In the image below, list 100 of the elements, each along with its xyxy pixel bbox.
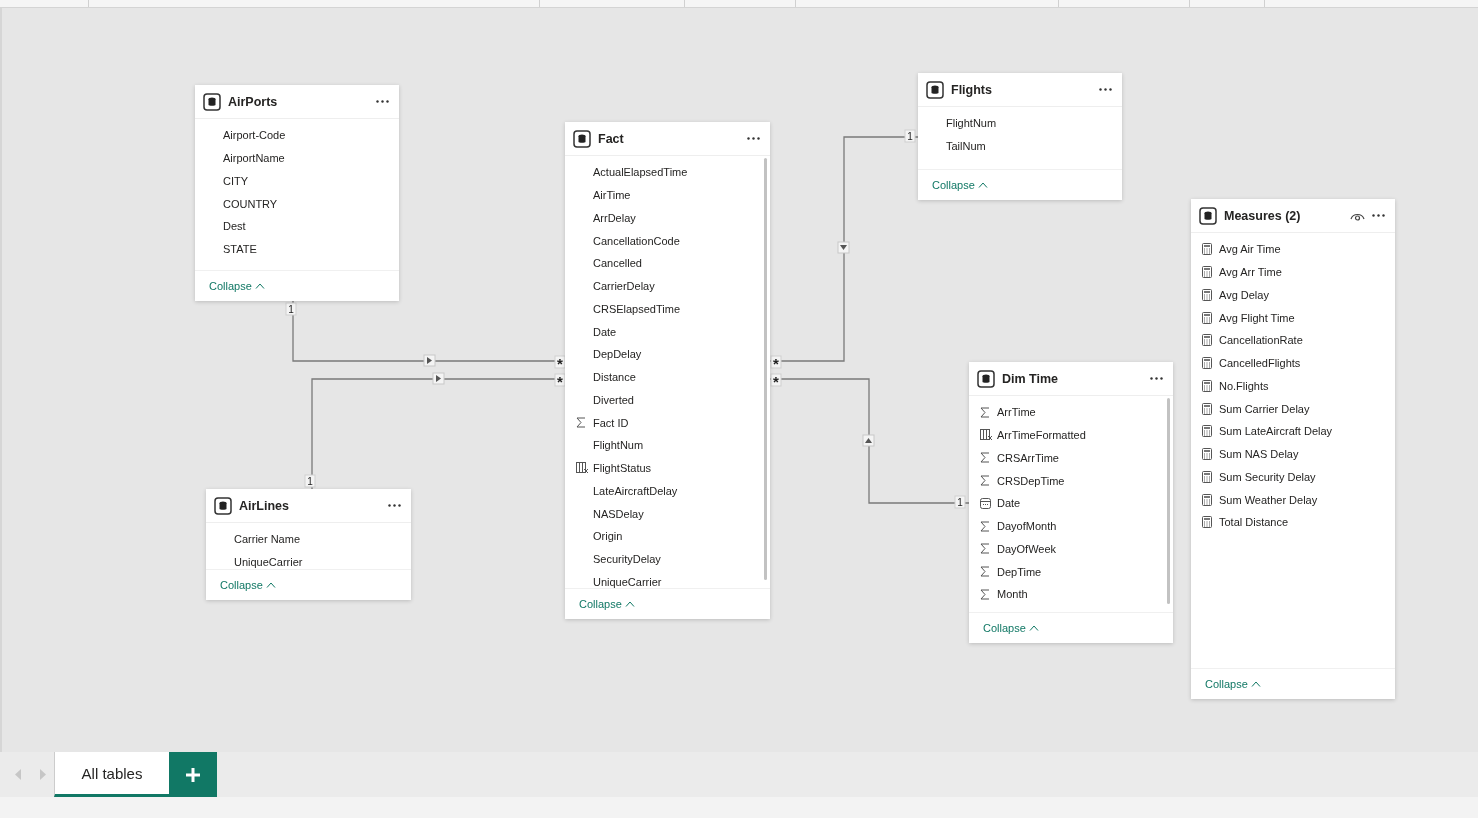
field-name[interactable]: SecurityDelay [593,553,661,566]
field-name[interactable]: FlightStatus [593,462,652,475]
relationship-line[interactable]: 1 * [304,372,566,490]
sigma-icon [576,417,586,429]
field-name[interactable]: DepTime [997,565,1042,578]
calculator-icon [1202,493,1212,506]
field-name[interactable]: No.Flights [1219,379,1269,392]
field-name[interactable]: Sum Security Delay [1219,470,1316,483]
field-name[interactable]: Sum Carrier Delay [1219,402,1310,415]
sigma-icon [980,566,990,578]
field-name[interactable]: Avg Arr Time [1219,266,1282,279]
table-icon [926,80,944,99]
table-card[interactable] [565,122,770,619]
sigma-icon [980,475,990,487]
field-name[interactable]: CRSArrTime [997,451,1059,464]
field-name[interactable]: Date [997,497,1021,510]
field-name[interactable]: Sum NAS Delay [1219,448,1299,461]
field-name[interactable]: Sum Weather Delay [1219,493,1318,506]
collapse-link[interactable]: Collapse [220,579,276,591]
field-name[interactable]: Sum LateAircraft Delay [1219,425,1333,438]
collapse-link[interactable]: Collapse [579,598,635,610]
relationship-line[interactable]: 1 * [769,129,919,372]
chevron-up-icon [265,582,276,588]
collapse-link[interactable]: Collapse [1205,678,1261,690]
field-name[interactable]: CancellationCode [593,234,680,247]
field-name[interactable]: Avg Delay [1219,288,1269,301]
field-name[interactable]: Fact ID [593,416,629,429]
field-name[interactable]: Diverted [593,393,634,406]
calculated-column-icon [980,429,993,442]
more-icon[interactable] [376,100,389,103]
cardinality-label: 1 [954,495,966,509]
sigma-icon [980,452,990,464]
field-name[interactable]: AirportName [223,152,285,165]
sigma-icon [980,406,990,418]
table-icon [1199,206,1217,225]
table-card[interactable]: Flights FlightNum TailNum Collapse [918,73,1122,200]
more-icon[interactable] [747,137,760,140]
calculator-icon [1202,425,1212,438]
field-name[interactable]: Total Distance [1219,516,1289,529]
field-name[interactable]: Avg Flight Time [1219,311,1295,324]
field-name[interactable]: Origin [593,530,623,543]
field-name[interactable]: LateAircraftDelay [593,484,678,497]
more-icon[interactable] [1150,377,1163,380]
field-name[interactable]: CancellationRate [1219,334,1303,347]
table-card[interactable] [1191,199,1395,699]
field-name[interactable]: CITY [223,174,249,187]
field-name[interactable]: NASDelay [593,507,644,520]
field-name[interactable]: CRSElapsedTime [593,302,680,315]
field-name[interactable]: FlightNum [593,439,644,452]
field-name[interactable]: Distance [593,371,636,384]
field-name[interactable]: ActualElapsedTime [593,166,688,179]
table-card[interactable]: Dim Time ArrTime ArrTimeFormatted CRSArrTime CRSDepTime Date DayofMonth DayOfWeek DepTime Month Collapse [969,362,1173,643]
relationship-line[interactable]: 1 * [769,373,970,509]
table-card[interactable]: AirLines Carrier Name UniqueCarrier Collapse [206,489,411,600]
sigma-icon [980,520,990,532]
collapse-link[interactable]: Collapse [983,622,1039,634]
field-name[interactable]: Cancelled [593,257,642,270]
field-name[interactable]: ArrDelay [593,211,636,224]
calculator-icon [1202,288,1212,301]
more-icon[interactable] [388,504,401,507]
field-name[interactable]: Carrier Name [234,533,300,546]
field-name[interactable]: CancelledFlights [1219,357,1301,370]
field-name[interactable]: CarrierDelay [593,280,655,293]
field-name[interactable]: UniqueCarrier [593,575,662,588]
page-tab[interactable]: All tables [54,752,169,797]
relationship-line[interactable]: 1 * [285,300,566,372]
field-name[interactable]: AirTime [593,189,631,202]
field-name[interactable]: UniqueCarrier [234,556,303,569]
calculated-column-icon [576,462,589,475]
field-name[interactable]: Dest [223,220,246,233]
table-icon [203,92,221,111]
calculator-icon [1202,311,1212,324]
more-icon[interactable] [1099,88,1112,91]
field-name[interactable]: DayofMonth [997,520,1057,533]
field-name[interactable]: DayOfWeek [997,542,1057,555]
field-name[interactable]: Airport-Code [223,129,286,142]
field-name[interactable]: CRSDepTime [997,474,1065,487]
field-name[interactable]: ArrTime [997,406,1036,419]
field-name[interactable]: STATE [223,243,257,256]
field-name[interactable]: FlightNum [946,117,997,130]
collapse-link[interactable]: Collapse [209,280,265,292]
scrollbar[interactable] [764,158,767,580]
cardinality-label: 1 [285,302,297,316]
chevron-up-icon [254,283,265,289]
table-title: AirPorts [228,94,279,109]
table-icon [214,496,232,515]
field-name[interactable]: Avg Air Time [1219,243,1281,256]
table-card[interactable]: AirPorts Airport-Code AirportName CITY COUNTRY Dest STATE Collapse [195,85,399,301]
field-name[interactable]: ArrTimeFormatted [997,429,1086,442]
field-name[interactable]: COUNTRY [223,197,278,210]
more-icon[interactable] [1372,214,1385,217]
field-name[interactable]: Date [593,325,617,338]
filter-direction-icon [423,354,436,367]
collapse-link[interactable]: Collapse [932,179,988,191]
chevron-up-icon [977,182,988,188]
scrollbar[interactable] [1167,398,1170,604]
field-name[interactable]: DepDelay [593,348,642,361]
field-name[interactable]: TailNum [946,140,986,153]
add-page-button[interactable] [169,752,217,797]
field-name[interactable]: Month [997,588,1028,601]
